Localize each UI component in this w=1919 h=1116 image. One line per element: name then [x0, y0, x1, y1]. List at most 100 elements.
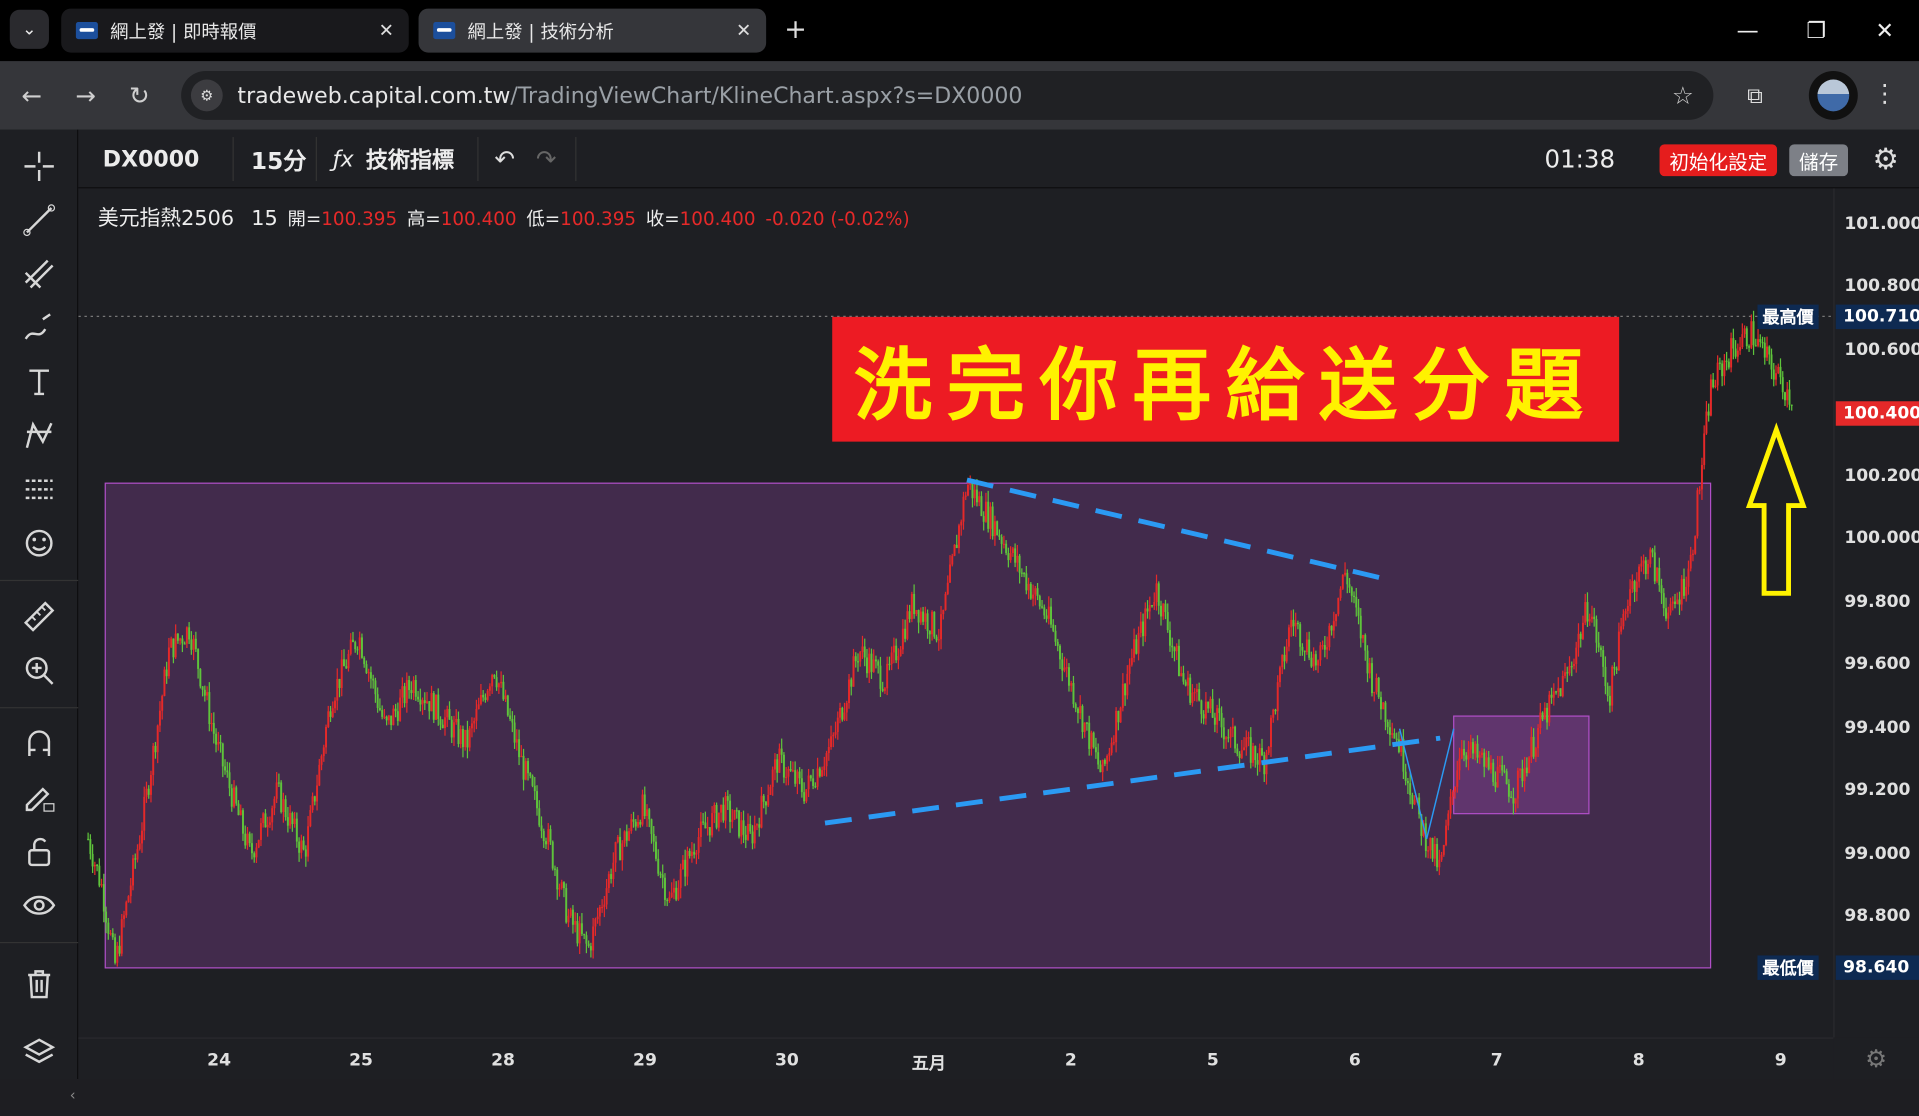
axis-settings-gear-icon[interactable]: ⚙ [1833, 1037, 1919, 1079]
new-tab-plus-icon[interactable]: + [778, 12, 812, 46]
candle-body [1487, 757, 1490, 770]
candle-body [857, 661, 859, 663]
candle-body [1593, 616, 1596, 620]
time-axis[interactable]: 24 25 28 29 30 五月 2 5 6 7 8 9 [78, 1037, 1834, 1080]
indicators-button[interactable]: ƒx 技術指標 [333, 130, 454, 189]
candle-body [782, 754, 785, 778]
candle-body [136, 849, 139, 860]
candle-body [1734, 348, 1737, 357]
candle-body [325, 726, 328, 748]
candle-body [1384, 702, 1387, 722]
url-text[interactable]: tradeweb.capital.com.tw/TradingViewChart… [237, 83, 1022, 109]
reload-icon[interactable]: ↻ [122, 78, 156, 112]
trendline-tool-icon[interactable] [17, 198, 61, 242]
chart-pane[interactable]: 美元指熱2506 15 開= 100.395 高= 100.400 低= 100.39… [78, 188, 1834, 1038]
forward-arrow-icon[interactable]: → [69, 78, 103, 112]
candle-body [545, 841, 547, 845]
candle-body [1512, 797, 1515, 804]
candle-body [93, 864, 96, 867]
layers-icon[interactable] [17, 1030, 61, 1074]
candle-body [704, 822, 707, 829]
restore-icon[interactable]: ❐ [1782, 0, 1851, 61]
candlestick-chart[interactable] [78, 188, 1834, 1037]
candle-body [1377, 677, 1380, 698]
eye-icon[interactable] [17, 883, 61, 927]
browser-tab-technical[interactable]: 網上發 | 技術分析 ✕ [418, 8, 767, 53]
candle-body [1025, 573, 1028, 591]
fib-tool-icon[interactable] [17, 252, 61, 296]
symbol-search[interactable]: DX0000 [103, 130, 200, 189]
candle-body [174, 633, 177, 658]
lock-icon[interactable] [17, 829, 61, 873]
undo-icon[interactable]: ↶ [494, 130, 515, 189]
collapse-toolbar-chevron-icon[interactable]: ‹ [70, 1086, 85, 1115]
candle-body [266, 824, 269, 828]
candle-body [1247, 737, 1250, 739]
candle-body [1258, 748, 1261, 765]
tab-close-icon[interactable]: ✕ [379, 20, 394, 42]
prediction-tool-icon[interactable] [17, 467, 61, 511]
pattern-tool-icon[interactable] [17, 413, 61, 457]
lock-pencil-icon[interactable] [17, 776, 61, 820]
extensions-puzzle-icon[interactable]: ⧉ [1738, 78, 1772, 112]
trash-icon[interactable] [17, 962, 61, 1006]
candle-body [358, 637, 361, 650]
tab-search-chevron-icon[interactable]: ⌄ [9, 9, 49, 49]
candle-body [1272, 709, 1275, 718]
candle-body [1139, 621, 1142, 633]
candle-body [1067, 667, 1070, 686]
candle-body [1052, 624, 1055, 631]
save-button[interactable]: 儲存 [1789, 144, 1849, 177]
toolbar-divider [0, 707, 79, 709]
candle-body [1110, 742, 1113, 753]
candle-body [603, 904, 606, 907]
settings-gear-icon[interactable]: ⚙ [1872, 142, 1898, 176]
candle-body [1032, 594, 1035, 599]
candle-body [414, 680, 417, 697]
candle-body [1546, 707, 1549, 723]
crosshair-icon[interactable] [17, 144, 61, 188]
candle-body [868, 653, 871, 674]
candle-body [1070, 683, 1073, 686]
window-close-icon[interactable]: ✕ [1850, 0, 1919, 61]
tab-close-icon[interactable]: ✕ [736, 20, 751, 42]
brush-tool-icon[interactable] [17, 306, 61, 350]
candle-body [634, 821, 637, 827]
candle-body [1510, 796, 1513, 798]
magnet-icon[interactable] [17, 722, 61, 766]
candle-body [1236, 748, 1239, 754]
candle-body [803, 792, 806, 802]
price-axis[interactable]: 101.000 100.800 100.600 100.400 100.200 100.0… [1833, 188, 1919, 1038]
candle-body [778, 748, 781, 773]
candle-body [1577, 633, 1580, 648]
candle-body [1658, 567, 1661, 586]
reset-settings-button[interactable]: 初始化設定 [1659, 144, 1778, 177]
candle-body [1557, 688, 1560, 693]
candle-body [1534, 748, 1537, 757]
candle-body [973, 489, 976, 499]
browser-tab-quotes[interactable]: 網上發 | 即時報價 ✕ [61, 8, 409, 53]
zoom-in-icon[interactable] [17, 648, 61, 692]
back-arrow-icon[interactable]: ← [15, 78, 49, 112]
candle-body [800, 778, 803, 793]
browser-menu-icon[interactable]: ⋮ [1872, 78, 1896, 107]
ruler-icon[interactable] [17, 595, 61, 639]
candle-body [394, 708, 397, 712]
text-tool-icon[interactable] [17, 360, 61, 404]
candle-body [1085, 722, 1088, 724]
candle-body [675, 887, 678, 900]
redo-icon[interactable]: ↷ [536, 130, 557, 189]
bookmark-star-icon[interactable]: ☆ [1672, 81, 1694, 110]
candle-body [823, 766, 826, 771]
interval-selector[interactable]: 15分 [251, 130, 307, 189]
candle-body [1449, 796, 1452, 814]
site-info-icon[interactable]: ⚙ [190, 79, 223, 112]
candle-body [1700, 464, 1703, 490]
candle-body [1036, 588, 1039, 597]
candle-body [1474, 743, 1477, 754]
candle-body [812, 778, 815, 787]
url-omnibox[interactable]: ⚙ tradeweb.capital.com.tw/TradingViewCha… [181, 70, 1714, 120]
profile-avatar[interactable] [1808, 70, 1858, 120]
emoji-icon[interactable] [17, 521, 61, 565]
minimize-icon[interactable]: — [1713, 0, 1782, 61]
